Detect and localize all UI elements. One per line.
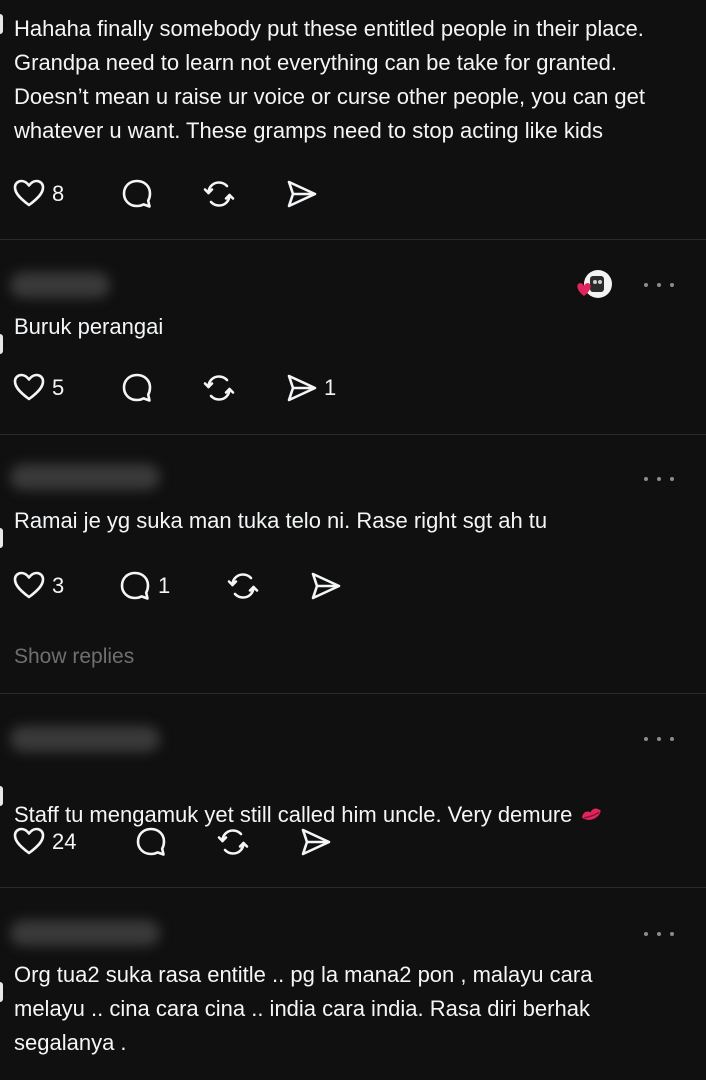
heart-icon (12, 177, 46, 211)
username-blurred[interactable] (10, 272, 110, 298)
share-button[interactable] (284, 174, 318, 214)
thread-line (0, 528, 3, 548)
avatar-sticker-icon (577, 270, 612, 298)
thread-line (0, 982, 3, 1002)
post-text: Org tua2 suka rasa entitle .. pg la mana… (14, 962, 593, 1055)
repost-icon (202, 371, 236, 405)
share-button[interactable]: 1 (284, 368, 336, 408)
repost-icon (226, 569, 260, 603)
divider (0, 434, 706, 435)
post-text-body: Staff tu mengamuk yet still called him u… (14, 802, 573, 827)
like-button[interactable]: 3 (12, 566, 64, 606)
reply-button[interactable] (134, 822, 168, 862)
reply-button[interactable] (120, 368, 154, 408)
share-button[interactable] (298, 822, 332, 862)
more-dots-icon (644, 283, 648, 287)
thread-line (0, 14, 3, 34)
like-count: 5 (52, 375, 65, 400)
repost-button[interactable] (216, 822, 250, 862)
reply-bubble-icon (134, 825, 168, 859)
kiss-lips-emoji (582, 808, 602, 820)
reply-count: 1 (158, 573, 171, 598)
reply-button[interactable] (120, 174, 154, 214)
share-count: 1 (324, 375, 337, 400)
more-dots-icon (644, 737, 648, 741)
more-dots-icon (644, 932, 648, 936)
repost-button[interactable] (202, 174, 236, 214)
post-text: Hahaha finally somebody put these entitl… (14, 16, 646, 143)
more-dots-icon (644, 477, 648, 481)
like-count: 8 (52, 181, 65, 206)
like-button[interactable]: 24 (12, 822, 76, 862)
post-text: Staff tu mengamuk yet still called him u… (14, 764, 694, 832)
divider (0, 239, 706, 240)
heart-icon (12, 825, 46, 859)
like-button[interactable]: 5 (12, 368, 64, 408)
show-replies-link[interactable]: Show replies (14, 645, 134, 669)
more-options-button[interactable] (644, 279, 674, 291)
reply-bubble-icon (120, 177, 154, 211)
username-blurred[interactable] (10, 464, 160, 490)
share-button[interactable] (308, 566, 342, 606)
reply-bubble-icon (120, 371, 154, 405)
like-count: 3 (52, 573, 65, 598)
thread-line (0, 786, 3, 806)
more-options-button[interactable] (644, 473, 674, 485)
repost-button[interactable] (226, 566, 260, 606)
repost-icon (202, 177, 236, 211)
username-blurred[interactable] (10, 726, 160, 752)
reply-bubble-icon (118, 569, 152, 603)
share-send-icon (308, 569, 342, 603)
divider (0, 887, 706, 888)
more-options-button[interactable] (644, 928, 674, 940)
heart-icon (12, 569, 46, 603)
repost-icon (216, 825, 250, 859)
share-send-icon (284, 177, 318, 211)
divider (0, 693, 706, 694)
like-button[interactable]: 8 (12, 174, 64, 214)
post-text: Buruk perangai (14, 314, 164, 339)
share-send-icon (298, 825, 332, 859)
post-text: Ramai je yg suka man tuka telo ni. Rase … (14, 508, 548, 533)
more-options-button[interactable] (644, 733, 674, 745)
repost-button[interactable] (202, 368, 236, 408)
like-count: 24 (52, 829, 77, 854)
reply-button[interactable]: 1 (118, 566, 170, 606)
heart-icon (12, 371, 46, 405)
username-blurred[interactable] (10, 920, 160, 946)
share-send-icon (284, 371, 318, 405)
thread-line (0, 334, 3, 354)
